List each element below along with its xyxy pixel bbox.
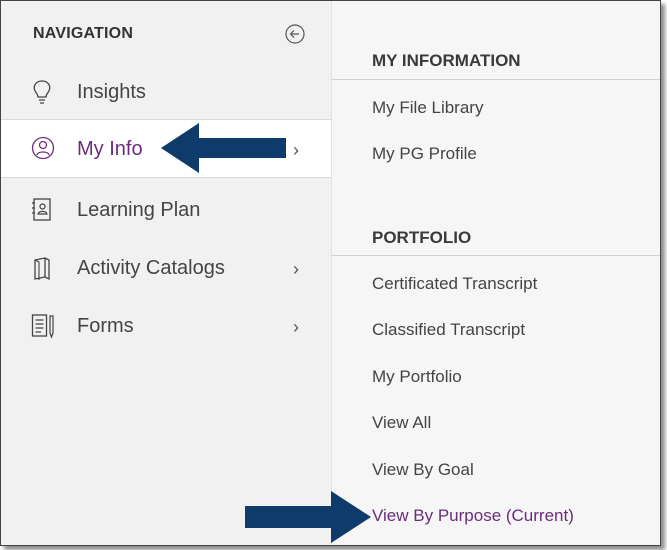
person-circle-icon bbox=[31, 136, 55, 162]
my-info-submenu: MY INFORMATION My File Library My PG Pro… bbox=[331, 1, 660, 545]
link-my-pg-profile[interactable]: My PG Profile bbox=[372, 144, 477, 164]
section-title-portfolio: PORTFOLIO bbox=[372, 228, 472, 247]
link-view-by-purpose-current[interactable]: View By Purpose (Current) bbox=[372, 506, 574, 526]
chevron-right-icon: › bbox=[293, 317, 299, 337]
link-classified-transcript[interactable]: Classified Transcript bbox=[372, 320, 525, 340]
navigation-sidebar: NAVIGATION Insights My Info › Learning P… bbox=[1, 1, 331, 545]
nav-item-label: Activity Catalogs bbox=[77, 257, 225, 279]
book-icon bbox=[31, 255, 53, 281]
lightbulb-icon bbox=[31, 79, 53, 105]
divider bbox=[332, 255, 660, 256]
nav-item-learning-plan[interactable]: Learning Plan bbox=[1, 181, 331, 239]
chevron-right-icon: › bbox=[293, 140, 299, 160]
navigation-panel: NAVIGATION Insights My Info › Learning P… bbox=[0, 0, 661, 546]
chevron-right-icon: › bbox=[293, 259, 299, 279]
collapse-back-icon[interactable] bbox=[285, 24, 305, 44]
link-my-portfolio[interactable]: My Portfolio bbox=[372, 367, 462, 387]
nav-item-forms[interactable]: Forms › bbox=[1, 297, 331, 355]
nav-item-label: Forms bbox=[77, 315, 134, 337]
arrow-left-icon bbox=[161, 123, 286, 173]
link-view-all[interactable]: View All bbox=[372, 413, 431, 433]
nav-item-label: Learning Plan bbox=[77, 199, 201, 221]
link-certificated-transcript[interactable]: Certificated Transcript bbox=[372, 274, 537, 294]
nav-item-insights[interactable]: Insights bbox=[1, 63, 331, 121]
nav-item-label: My Info bbox=[77, 138, 143, 160]
link-view-by-goal[interactable]: View By Goal bbox=[372, 460, 474, 480]
divider bbox=[1, 177, 331, 178]
divider bbox=[332, 79, 660, 80]
nav-item-activity-catalogs[interactable]: Activity Catalogs › bbox=[1, 239, 331, 297]
form-icon bbox=[31, 313, 54, 339]
section-title-my-information: MY INFORMATION bbox=[372, 51, 521, 70]
nav-header: NAVIGATION bbox=[1, 1, 331, 63]
link-my-file-library[interactable]: My File Library bbox=[372, 98, 483, 118]
arrow-right-icon bbox=[245, 491, 371, 543]
address-book-icon bbox=[31, 197, 53, 223]
nav-item-label: Insights bbox=[77, 81, 146, 103]
nav-title: NAVIGATION bbox=[33, 25, 134, 42]
